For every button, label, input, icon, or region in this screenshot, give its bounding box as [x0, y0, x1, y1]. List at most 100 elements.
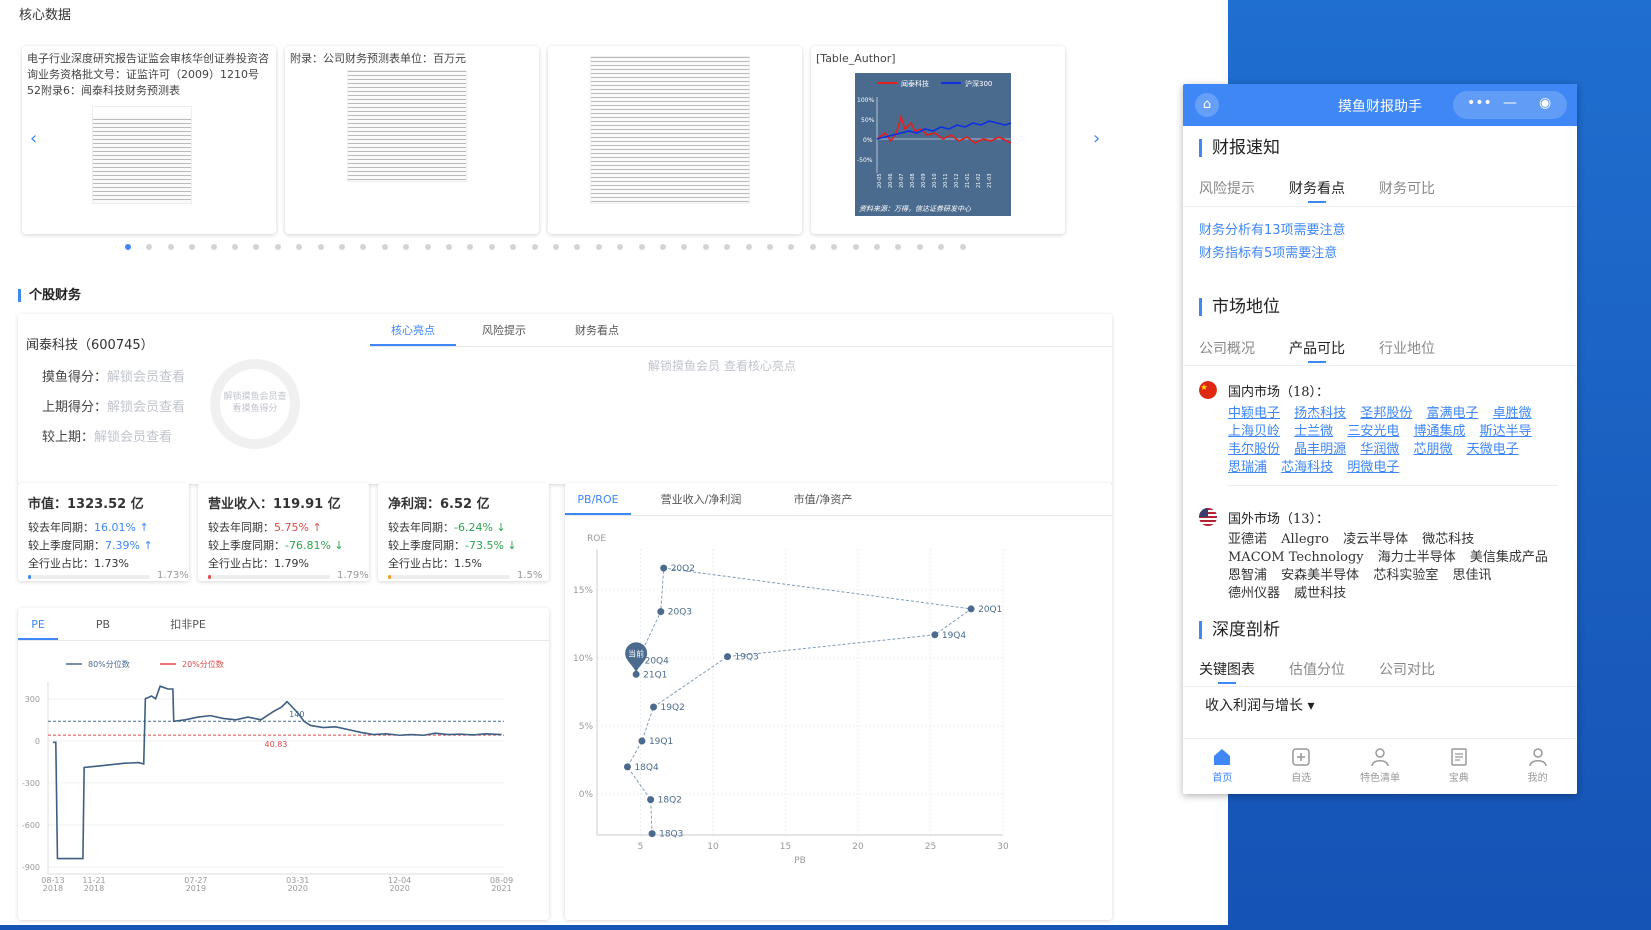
company-name-item[interactable]: 华润微: [1360, 442, 1399, 457]
tab-pe[interactable]: PE: [18, 610, 58, 640]
carousel-dot[interactable]: [660, 244, 666, 250]
carousel-dot[interactable]: [274, 244, 281, 250]
carousel-dot[interactable]: [210, 244, 217, 250]
company-name-item[interactable]: 博通集成: [1413, 424, 1465, 439]
company-name-item[interactable]: 韦尔股份: [1228, 442, 1280, 457]
carousel-dot[interactable]: [381, 244, 388, 250]
close-icon[interactable]: ◉: [1539, 95, 1551, 111]
carousel-dot[interactable]: [424, 244, 431, 250]
unlock-link[interactable]: 解锁会员查看: [107, 370, 185, 385]
carousel-dot[interactable]: [446, 244, 452, 250]
carousel-dot[interactable]: [360, 244, 367, 250]
tab-cap-assets[interactable]: 市值/净资产: [771, 485, 875, 515]
fin-indicator-link[interactable]: 财务指标有5项需要注意: [1199, 242, 1337, 261]
score-ring[interactable]: 解锁摸鱼会员查看摸鱼得分: [210, 359, 300, 449]
report-card[interactable]: [548, 46, 802, 234]
carousel-dot[interactable]: [317, 244, 324, 250]
carousel-dot[interactable]: [617, 244, 624, 250]
carousel-dot[interactable]: [874, 244, 880, 250]
company-name-item[interactable]: 上海贝岭: [1228, 424, 1280, 439]
carousel-dot[interactable]: [488, 244, 495, 250]
nav-home[interactable]: 首页: [1183, 739, 1262, 794]
carousel-dot[interactable]: [553, 244, 559, 250]
company-name-item[interactable]: 三安光电: [1347, 424, 1399, 439]
company-name-item[interactable]: 芯朋微: [1413, 442, 1452, 457]
company-name-item[interactable]: 斯达半导: [1480, 424, 1532, 439]
unlock-link[interactable]: 解锁会员查看: [94, 430, 172, 445]
carousel-dot[interactable]: [403, 244, 410, 250]
carousel-dot[interactable]: [852, 244, 859, 250]
carousel-dot[interactable]: [167, 244, 174, 250]
report-card[interactable]: 附录：公司财务预测表单位：百万元: [285, 46, 539, 234]
carousel-dot[interactable]: [809, 244, 816, 250]
carousel-dot[interactable]: [531, 244, 538, 250]
unlock-highlights-tip[interactable]: 解锁摸鱼会员 查看核心亮点: [648, 357, 796, 374]
minimize-icon[interactable]: —: [1503, 95, 1517, 111]
tab-risk-tips[interactable]: 风险提示: [456, 316, 552, 346]
company-name-item: 威世科技: [1294, 586, 1347, 601]
tab-risk[interactable]: 风险提示: [1199, 179, 1255, 205]
carousel-dot[interactable]: [125, 244, 131, 250]
company-name-item[interactable]: 中颖电子: [1228, 406, 1280, 421]
nav-feature-list[interactable]: 特色清单: [1341, 739, 1420, 794]
company-name-item[interactable]: 富满电子: [1426, 406, 1478, 421]
tab-revenue-profit[interactable]: 营业收入/净利润: [631, 485, 771, 515]
company-name-item[interactable]: 卓胜微: [1493, 406, 1532, 421]
company-name-item[interactable]: 天微电子: [1467, 442, 1519, 457]
carousel-prev-arrow[interactable]: ‹: [30, 128, 37, 149]
carousel-dot[interactable]: [467, 244, 474, 250]
carousel-dot[interactable]: [232, 244, 238, 250]
carousel-dot[interactable]: [146, 244, 153, 250]
carousel-dot[interactable]: [189, 244, 196, 250]
company-name-item[interactable]: 圣邦股份: [1360, 406, 1412, 421]
carousel-dot[interactable]: [574, 244, 581, 250]
report-card[interactable]: 电子行业深度研究报告证监会审核华创证券投资咨询业务资格批文号：证监许可（2009…: [22, 46, 276, 234]
carousel-dot[interactable]: [296, 244, 303, 250]
carousel-dot[interactable]: [510, 244, 517, 250]
profile-nav-icon: [1528, 748, 1547, 767]
fin-analysis-link[interactable]: 财务分析有13项需要注意: [1199, 219, 1346, 238]
tab-core-highlights[interactable]: 核心亮点: [370, 316, 456, 346]
tab-fin-points[interactable]: 财务看点: [1289, 179, 1345, 205]
carousel-dot[interactable]: [595, 244, 602, 250]
carousel-dot[interactable]: [724, 244, 731, 250]
carousel-dot[interactable]: [895, 244, 902, 250]
carousel-dot[interactable]: [253, 244, 260, 250]
tab-pb[interactable]: PB: [58, 610, 148, 640]
carousel-next-arrow[interactable]: ›: [1093, 128, 1100, 149]
carousel-dot[interactable]: [959, 244, 966, 250]
tab-product-compare[interactable]: 产品可比: [1289, 339, 1345, 365]
tab-financial-points[interactable]: 财务看点: [552, 316, 642, 346]
company-name-item[interactable]: 明微电子: [1347, 460, 1399, 475]
tab-industry-position[interactable]: 行业地位: [1379, 339, 1435, 365]
carousel-dot[interactable]: [916, 244, 923, 250]
unlock-link[interactable]: 解锁会员查看: [107, 400, 185, 415]
company-name-item[interactable]: 晶丰明源: [1294, 442, 1346, 457]
chart-type-dropdown[interactable]: 收入利润与增长 ▾: [1205, 695, 1314, 715]
company-name-item[interactable]: 士兰微: [1294, 424, 1333, 439]
carousel-dot[interactable]: [638, 244, 645, 250]
company-name-item[interactable]: 扬杰科技: [1294, 406, 1346, 421]
carousel-dot[interactable]: [831, 244, 838, 250]
nav-mine[interactable]: 我的: [1498, 739, 1577, 794]
company-name-item[interactable]: 芯海科技: [1281, 460, 1333, 475]
carousel-dot[interactable]: [938, 244, 945, 250]
carousel-dot[interactable]: [681, 244, 688, 250]
carousel-dot[interactable]: [767, 244, 773, 250]
tab-deducted-pe[interactable]: 扣非PE: [148, 610, 228, 640]
tab-company-compare[interactable]: 公司对比: [1379, 660, 1435, 686]
tab-valuation-percentile[interactable]: 估值分位: [1289, 660, 1345, 686]
tab-pb-roe[interactable]: PB/ROE: [565, 485, 631, 515]
carousel-dot[interactable]: [745, 244, 752, 250]
carousel-dot[interactable]: [339, 244, 345, 250]
more-icon[interactable]: •••: [1467, 95, 1492, 111]
tab-company-overview[interactable]: 公司概况: [1199, 339, 1255, 365]
nav-guide[interactable]: 宝典: [1419, 739, 1498, 794]
tab-fin-compare[interactable]: 财务可比: [1379, 179, 1435, 205]
company-name-item[interactable]: 思瑞浦: [1228, 460, 1267, 475]
tab-key-charts[interactable]: 关键图表: [1199, 660, 1255, 686]
carousel-dot[interactable]: [788, 244, 795, 250]
carousel-dot[interactable]: [702, 244, 709, 250]
nav-watchlist[interactable]: 自选: [1262, 739, 1341, 794]
report-card[interactable]: [Table_Author] 闻泰科技 沪深300 100% 50% 0% -5…: [811, 46, 1065, 234]
